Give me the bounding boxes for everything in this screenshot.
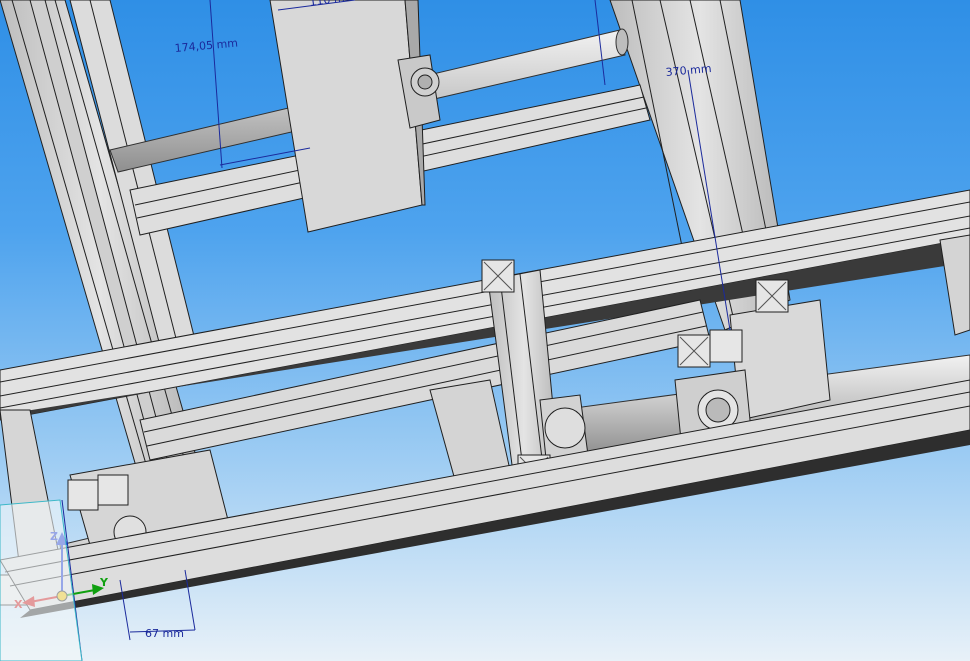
cad-viewport[interactable]: 110 mm 174,05 mm 370 mm 67 mm Z Y X — [0, 0, 970, 661]
dim-vertical-left-label[interactable]: 174,05 mm — [174, 37, 238, 55]
dim-bottom-label[interactable]: 67 mm — [145, 627, 184, 640]
sketch-plane-outline — [0, 499, 83, 661]
right-lower-post[interactable] — [939, 234, 970, 336]
y-axis-label: Y — [99, 576, 109, 589]
cad-model-scene[interactable]: 110 mm 174,05 mm 370 mm 67 mm Z Y X — [0, 0, 970, 661]
